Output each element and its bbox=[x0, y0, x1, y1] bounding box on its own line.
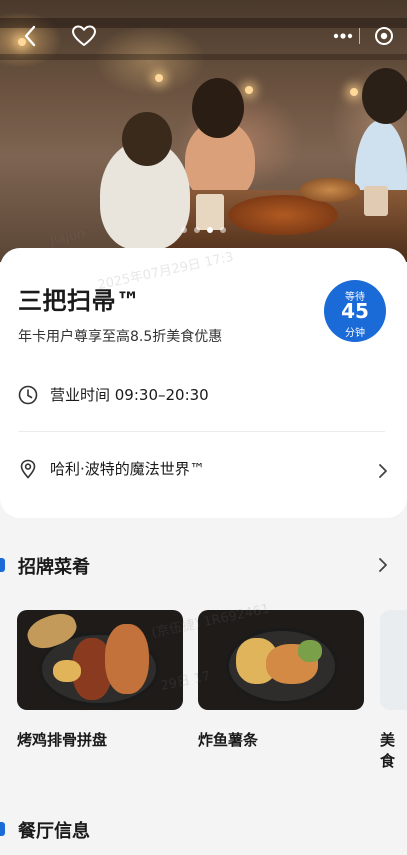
more-dots-icon bbox=[333, 33, 353, 39]
clock-icon bbox=[18, 385, 38, 404]
lamp-light bbox=[245, 86, 253, 94]
restaurant-info-title: 餐厅信息 bbox=[18, 821, 90, 842]
back-button[interactable] bbox=[16, 22, 44, 50]
dish-name: 美食 bbox=[380, 731, 396, 770]
diner-figure bbox=[362, 68, 407, 124]
lamp-light bbox=[350, 88, 358, 96]
dish-card-fish-chips[interactable] bbox=[198, 610, 364, 710]
hero-image[interactable] bbox=[0, 0, 407, 262]
food-platter bbox=[300, 178, 360, 202]
pager-dot[interactable] bbox=[181, 227, 187, 233]
restaurant-name: 三把扫帚™ bbox=[18, 287, 141, 315]
ceiling-beam bbox=[0, 54, 407, 60]
lamp-light bbox=[155, 74, 163, 82]
carousel-pager bbox=[0, 227, 407, 233]
drink-cup bbox=[364, 186, 388, 216]
close-miniprogram-button[interactable] bbox=[370, 22, 398, 50]
dish-card-partial[interactable] bbox=[380, 610, 407, 710]
promo-text: 年卡用户尊享至高8.5折美食优惠 bbox=[18, 329, 223, 345]
diner-figure bbox=[192, 78, 244, 138]
restaurant-info-card: 三把扫帚™ 年卡用户尊享至高8.5折美食优惠 等待 45 分钟 营业时间 09:… bbox=[0, 248, 407, 518]
heart-icon bbox=[72, 25, 96, 46]
wait-value: 45 bbox=[341, 299, 369, 323]
wait-time-badge: 等待 45 分钟 bbox=[324, 280, 386, 342]
section-accent-bar bbox=[0, 822, 5, 836]
drink-cup bbox=[196, 194, 224, 230]
opening-hours-row: 营业时间 09:30–20:30 bbox=[18, 384, 390, 405]
pager-dot[interactable] bbox=[194, 227, 200, 233]
chevron-right-icon[interactable] bbox=[378, 557, 388, 573]
location-text: 哈利·波特的魔法世界™ bbox=[50, 460, 205, 478]
pager-dot[interactable] bbox=[220, 227, 226, 233]
section-accent-bar bbox=[0, 558, 5, 572]
diner-figure bbox=[122, 112, 172, 166]
chevron-right-icon bbox=[379, 464, 387, 478]
divider bbox=[18, 431, 385, 432]
pager-dot-active[interactable] bbox=[207, 227, 213, 233]
dish-name: 烤鸡排骨拼盘 bbox=[17, 731, 108, 749]
dish-card-roast-chicken[interactable] bbox=[17, 610, 183, 710]
favorite-button[interactable] bbox=[70, 22, 98, 50]
target-close-icon bbox=[375, 27, 393, 45]
opening-hours-text: 营业时间 09:30–20:30 bbox=[50, 386, 209, 404]
location-pin-icon bbox=[20, 459, 36, 479]
roast-chicken bbox=[105, 624, 149, 694]
greens bbox=[298, 640, 322, 662]
more-options-button[interactable] bbox=[330, 22, 356, 50]
potato bbox=[53, 660, 81, 682]
capsule-divider bbox=[359, 28, 360, 44]
signature-dishes-title: 招牌菜肴 bbox=[18, 557, 90, 578]
wait-unit: 分钟 bbox=[345, 328, 365, 339]
chevron-left-icon bbox=[24, 25, 36, 47]
location-row[interactable]: 哈利·波特的魔法世界™ bbox=[18, 458, 390, 479]
dish-name: 炸鱼薯条 bbox=[198, 731, 259, 749]
